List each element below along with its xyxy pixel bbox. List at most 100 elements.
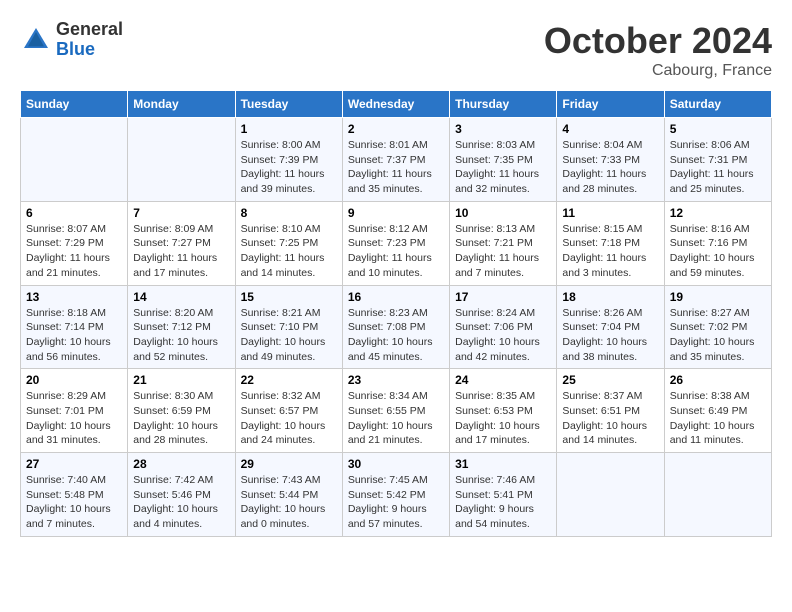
- calendar-row: 13Sunrise: 8:18 AM Sunset: 7:14 PM Dayli…: [21, 285, 772, 369]
- day-info: Sunrise: 7:40 AM Sunset: 5:48 PM Dayligh…: [26, 473, 122, 532]
- day-info: Sunrise: 8:00 AM Sunset: 7:39 PM Dayligh…: [241, 138, 337, 197]
- day-info: Sunrise: 7:42 AM Sunset: 5:46 PM Dayligh…: [133, 473, 229, 532]
- day-number: 28: [133, 457, 229, 471]
- day-number: 19: [670, 290, 766, 304]
- calendar-cell: 11 Sunrise: 8:15 AM Sunset: 7:18 PM Dayli…: [557, 201, 664, 285]
- day-info: Sunrise: 8:23 AM Sunset: 7:08 PM Dayligh…: [348, 306, 444, 365]
- calendar-cell: 10 Sunrise: 8:13 AM Sunset: 7:21 PM Dayli…: [450, 201, 557, 285]
- calendar-cell: 7 Sunrise: 8:09 AM Sunset: 7:27 PM Daylig…: [128, 201, 235, 285]
- day-number: 16: [348, 290, 444, 304]
- logo-line1: General: [56, 20, 123, 40]
- calendar-cell: 15Sunrise: 8:21 AM Sunset: 7:10 PM Dayli…: [235, 285, 342, 369]
- day-info: Sunrise: 8:38 AM Sunset: 6:49 PM Dayligh…: [670, 389, 766, 448]
- day-number: 11: [562, 206, 658, 220]
- calendar-cell: 4Sunrise: 8:04 AM Sunset: 7:33 PM Daylig…: [557, 118, 664, 202]
- calendar-cell: 6 Sunrise: 8:07 AM Sunset: 7:29 PM Daylig…: [21, 201, 128, 285]
- logo: General Blue: [20, 20, 123, 60]
- weekday-header-cell: Tuesday: [235, 91, 342, 118]
- day-number: 1: [241, 122, 337, 136]
- calendar-cell: 9 Sunrise: 8:12 AM Sunset: 7:23 PM Daylig…: [342, 201, 449, 285]
- day-number: 25: [562, 373, 658, 387]
- location-title: Cabourg, France: [544, 62, 772, 80]
- calendar-cell: 17 Sunrise: 8:24 AM Sunset: 7:06 PM Dayli…: [450, 285, 557, 369]
- day-info: Sunrise: 8:06 AM Sunset: 7:31 PM Dayligh…: [670, 138, 766, 197]
- day-number: 12: [670, 206, 766, 220]
- day-number: 8: [241, 206, 337, 220]
- calendar-cell: 13Sunrise: 8:18 AM Sunset: 7:14 PM Dayli…: [21, 285, 128, 369]
- calendar-cell: 26Sunrise: 8:38 AM Sunset: 6:49 PM Dayli…: [664, 369, 771, 453]
- day-info: Sunrise: 8:37 AM Sunset: 6:51 PM Dayligh…: [562, 389, 658, 448]
- day-number: 2: [348, 122, 444, 136]
- calendar-cell: [21, 118, 128, 202]
- calendar-cell: 31 Sunrise: 7:46 AM Sunset: 5:41 PM Dayli…: [450, 453, 557, 537]
- day-number: 27: [26, 457, 122, 471]
- day-number: 3: [455, 122, 551, 136]
- calendar-cell: 8 Sunrise: 8:10 AM Sunset: 7:25 PM Daylig…: [235, 201, 342, 285]
- day-info: Sunrise: 8:29 AM Sunset: 7:01 PM Dayligh…: [26, 389, 122, 448]
- day-info: Sunrise: 8:04 AM Sunset: 7:33 PM Dayligh…: [562, 138, 658, 197]
- day-number: 22: [241, 373, 337, 387]
- day-info: Sunrise: 7:46 AM Sunset: 5:41 PM Dayligh…: [455, 473, 551, 532]
- calendar-cell: 16 Sunrise: 8:23 AM Sunset: 7:08 PM Dayli…: [342, 285, 449, 369]
- logo-icon: [20, 24, 52, 56]
- day-number: 6: [26, 206, 122, 220]
- weekday-header-row: SundayMondayTuesdayWednesdayThursdayFrid…: [21, 91, 772, 118]
- calendar-cell: [557, 453, 664, 537]
- calendar-cell: [128, 118, 235, 202]
- calendar-row: 20 Sunrise: 8:29 AM Sunset: 7:01 PM Dayli…: [21, 369, 772, 453]
- calendar-table: SundayMondayTuesdayWednesdayThursdayFrid…: [20, 90, 772, 537]
- day-info: Sunrise: 8:03 AM Sunset: 7:35 PM Dayligh…: [455, 138, 551, 197]
- calendar-body: 1 Sunrise: 8:00 AM Sunset: 7:39 PM Daylig…: [21, 118, 772, 537]
- day-info: Sunrise: 8:24 AM Sunset: 7:06 PM Dayligh…: [455, 306, 551, 365]
- day-info: Sunrise: 8:32 AM Sunset: 6:57 PM Dayligh…: [241, 389, 337, 448]
- day-info: Sunrise: 8:16 AM Sunset: 7:16 PM Dayligh…: [670, 222, 766, 281]
- weekday-header-cell: Monday: [128, 91, 235, 118]
- weekday-header-cell: Thursday: [450, 91, 557, 118]
- day-info: Sunrise: 8:10 AM Sunset: 7:25 PM Dayligh…: [241, 222, 337, 281]
- day-number: 29: [241, 457, 337, 471]
- logo-line2: Blue: [56, 40, 123, 60]
- day-number: 9: [348, 206, 444, 220]
- day-number: 20: [26, 373, 122, 387]
- day-number: 13: [26, 290, 122, 304]
- day-info: Sunrise: 8:12 AM Sunset: 7:23 PM Dayligh…: [348, 222, 444, 281]
- calendar-cell: 23 Sunrise: 8:34 AM Sunset: 6:55 PM Dayli…: [342, 369, 449, 453]
- day-number: 23: [348, 373, 444, 387]
- calendar-cell: 20 Sunrise: 8:29 AM Sunset: 7:01 PM Dayli…: [21, 369, 128, 453]
- day-info: Sunrise: 8:34 AM Sunset: 6:55 PM Dayligh…: [348, 389, 444, 448]
- day-info: Sunrise: 8:07 AM Sunset: 7:29 PM Dayligh…: [26, 222, 122, 281]
- day-number: 7: [133, 206, 229, 220]
- calendar-cell: 14Sunrise: 8:20 AM Sunset: 7:12 PM Dayli…: [128, 285, 235, 369]
- calendar-cell: 24Sunrise: 8:35 AM Sunset: 6:53 PM Dayli…: [450, 369, 557, 453]
- day-number: 5: [670, 122, 766, 136]
- day-info: Sunrise: 8:15 AM Sunset: 7:18 PM Dayligh…: [562, 222, 658, 281]
- day-number: 14: [133, 290, 229, 304]
- day-info: Sunrise: 8:09 AM Sunset: 7:27 PM Dayligh…: [133, 222, 229, 281]
- day-number: 17: [455, 290, 551, 304]
- day-number: 24: [455, 373, 551, 387]
- day-info: Sunrise: 8:30 AM Sunset: 6:59 PM Dayligh…: [133, 389, 229, 448]
- day-info: Sunrise: 8:13 AM Sunset: 7:21 PM Dayligh…: [455, 222, 551, 281]
- day-number: 21: [133, 373, 229, 387]
- weekday-header-cell: Sunday: [21, 91, 128, 118]
- calendar-cell: 12 Sunrise: 8:16 AM Sunset: 7:16 PM Dayli…: [664, 201, 771, 285]
- calendar-cell: 22 Sunrise: 8:32 AM Sunset: 6:57 PM Dayli…: [235, 369, 342, 453]
- calendar-cell: 2Sunrise: 8:01 AM Sunset: 7:37 PM Daylig…: [342, 118, 449, 202]
- calendar-cell: 28 Sunrise: 7:42 AM Sunset: 5:46 PM Dayli…: [128, 453, 235, 537]
- calendar-cell: 21 Sunrise: 8:30 AM Sunset: 6:59 PM Dayli…: [128, 369, 235, 453]
- day-number: 10: [455, 206, 551, 220]
- calendar-cell: 25 Sunrise: 8:37 AM Sunset: 6:51 PM Dayli…: [557, 369, 664, 453]
- calendar-cell: 18Sunrise: 8:26 AM Sunset: 7:04 PM Dayli…: [557, 285, 664, 369]
- day-number: 30: [348, 457, 444, 471]
- calendar-cell: 30Sunrise: 7:45 AM Sunset: 5:42 PM Dayli…: [342, 453, 449, 537]
- day-info: Sunrise: 8:27 AM Sunset: 7:02 PM Dayligh…: [670, 306, 766, 365]
- day-info: Sunrise: 8:21 AM Sunset: 7:10 PM Dayligh…: [241, 306, 337, 365]
- day-info: Sunrise: 8:26 AM Sunset: 7:04 PM Dayligh…: [562, 306, 658, 365]
- weekday-header-cell: Friday: [557, 91, 664, 118]
- day-number: 31: [455, 457, 551, 471]
- calendar-cell: 1 Sunrise: 8:00 AM Sunset: 7:39 PM Daylig…: [235, 118, 342, 202]
- calendar-cell: 19 Sunrise: 8:27 AM Sunset: 7:02 PM Dayli…: [664, 285, 771, 369]
- day-info: Sunrise: 7:43 AM Sunset: 5:44 PM Dayligh…: [241, 473, 337, 532]
- calendar-cell: [664, 453, 771, 537]
- calendar-cell: 27 Sunrise: 7:40 AM Sunset: 5:48 PM Dayli…: [21, 453, 128, 537]
